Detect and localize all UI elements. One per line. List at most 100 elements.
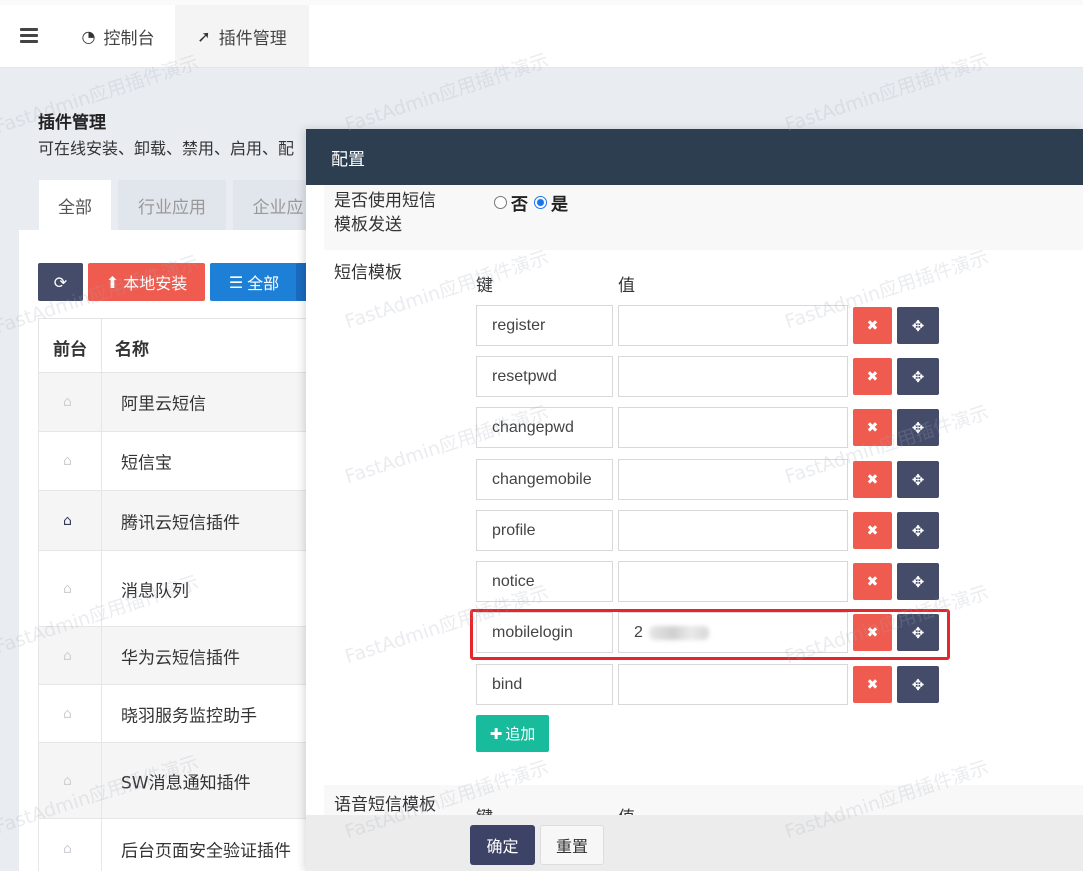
key-input[interactable]: register [476, 305, 613, 346]
plugin-name: 晓羽服务监控助手 [121, 706, 257, 726]
tab-plugin-management[interactable]: ➚ 插件管理 [175, 5, 309, 67]
close-icon: ✖ [866, 676, 879, 693]
tab-console[interactable]: ◔ 控制台 [62, 5, 174, 67]
value-input[interactable] [618, 356, 848, 397]
remove-row-button[interactable]: ✖ [853, 461, 892, 498]
key-input[interactable]: profile [476, 510, 613, 551]
drag-handle-button[interactable]: ✥ [897, 461, 939, 498]
top-navbar: ◔ 控制台 ➚ 插件管理 [0, 0, 1083, 68]
menu-toggle-icon[interactable] [14, 22, 44, 48]
move-icon: ✥ [911, 470, 925, 489]
table-row[interactable]: ⌂ 短信宝 [38, 432, 323, 491]
drag-handle-button[interactable]: ✥ [897, 307, 939, 344]
remove-row-button[interactable]: ✖ [853, 307, 892, 344]
radio-yes-label: 是 [551, 195, 568, 215]
value-input[interactable] [618, 407, 848, 448]
plugin-table-header: 前台 名称 [38, 318, 323, 374]
home-icon[interactable]: ⌂ [63, 581, 72, 597]
remove-row-button[interactable]: ✖ [853, 563, 892, 600]
modal-body[interactable]: 是否使用短信 模板发送 否 是 短信模板 键 值 register ✖ ✥ re… [306, 185, 1083, 815]
value-input[interactable] [618, 664, 848, 705]
table-row[interactable]: ⌂ 消息队列 [38, 551, 323, 627]
home-icon[interactable]: ⌂ [63, 841, 72, 857]
move-icon: ✥ [911, 316, 925, 335]
local-install-label: 本地安装 [123, 274, 188, 293]
drag-handle-button[interactable]: ✥ [897, 563, 939, 600]
modal-title: 配置 [331, 149, 365, 170]
voice-value-header: 值 [618, 803, 635, 815]
reset-button[interactable]: 重置 [540, 825, 604, 865]
home-icon[interactable]: ⌂ [63, 513, 72, 529]
voice-key-header: 键 [476, 803, 493, 815]
key-input[interactable]: resetpwd [476, 356, 613, 397]
subtab-all[interactable]: 全部 [39, 180, 111, 231]
table-row[interactable]: ⌂ 华为云短信插件 [38, 627, 323, 685]
refresh-icon: ⟳ [53, 272, 68, 292]
table-row[interactable]: ⌂ SW消息通知插件 [38, 743, 323, 819]
home-icon[interactable]: ⌂ [63, 453, 72, 469]
local-install-button[interactable]: ⬆ 本地安装 [88, 263, 205, 301]
table-row[interactable]: ⌂ 腾讯云短信插件 [38, 491, 323, 551]
plugin-name: 消息队列 [121, 581, 189, 601]
value-input[interactable] [618, 561, 848, 602]
drag-handle-button[interactable]: ✥ [897, 666, 939, 703]
use-template-label: 是否使用短信 模板发送 [334, 191, 436, 235]
home-icon[interactable]: ⌂ [63, 648, 72, 664]
subtab-industry[interactable]: 行业应用 [118, 180, 226, 231]
filter-all-button[interactable]: ☰ 全部 [210, 263, 298, 301]
drag-handle-button[interactable]: ✥ [897, 512, 939, 549]
close-icon: ✖ [866, 317, 879, 334]
value-input[interactable] [618, 305, 848, 346]
page-title: 插件管理 [38, 113, 106, 133]
radio-no-label: 否 [511, 195, 528, 215]
col-name: 名称 [115, 340, 149, 360]
plugin-table-body: ⌂ 阿里云短信 ⌂ 短信宝 ⌂ 腾讯云短信插件 ⌂ 消息队列 ⌂ 华为云短信插件… [38, 373, 323, 871]
remove-row-button[interactable]: ✖ [853, 512, 892, 549]
col-frontend: 前台 [53, 340, 87, 360]
close-icon: ✖ [866, 368, 879, 385]
page-description: 可在线安装、卸载、禁用、启用、配 [38, 139, 295, 158]
move-icon: ✥ [911, 418, 925, 437]
remove-row-button[interactable]: ✖ [853, 409, 892, 446]
table-row[interactable]: ⌂ 晓羽服务监控助手 [38, 685, 323, 743]
plus-icon: ✚ [489, 724, 503, 743]
append-row-button[interactable]: ✚ 追加 [476, 715, 549, 752]
rocket-icon: ➚ [197, 26, 211, 46]
upload-icon: ⬆ [105, 272, 120, 292]
move-icon: ✥ [911, 572, 925, 591]
list-icon: ☰ [228, 272, 244, 292]
modal-footer: 确定 重置 [306, 815, 1083, 871]
home-icon[interactable]: ⌂ [63, 706, 72, 722]
remove-row-button[interactable]: ✖ [853, 358, 892, 395]
remove-row-button[interactable]: ✖ [853, 666, 892, 703]
plugin-name: 阿里云短信 [121, 394, 206, 415]
key-input[interactable]: changepwd [476, 407, 613, 448]
key-input[interactable]: bind [476, 664, 613, 705]
value-column-header: 值 [618, 276, 635, 296]
voice-template-label: 语音短信模板 [334, 795, 436, 815]
drag-handle-button[interactable]: ✥ [897, 409, 939, 446]
drag-handle-button[interactable]: ✥ [897, 358, 939, 395]
refresh-button[interactable]: ⟳ [38, 263, 83, 301]
value-input[interactable] [618, 459, 848, 500]
tab-plugins-label: 插件管理 [218, 28, 287, 49]
home-icon[interactable]: ⌂ [63, 394, 72, 410]
filter-all-label: 全部 [247, 274, 280, 293]
plugin-name: 腾讯云短信插件 [121, 513, 240, 533]
table-row[interactable]: ⌂ 阿里云短信 [38, 373, 323, 432]
home-icon[interactable]: ⌂ [63, 773, 72, 789]
table-row[interactable]: ⌂ 后台页面安全验证插件 [38, 819, 323, 871]
key-input[interactable]: notice [476, 561, 613, 602]
dashboard-icon: ◔ [81, 26, 96, 46]
field-use-template-row: 是否使用短信 模板发送 否 是 [324, 185, 1083, 250]
confirm-button[interactable]: 确定 [470, 825, 535, 865]
radio-yes[interactable] [534, 196, 547, 209]
highlight-annotation [470, 609, 950, 660]
key-column-header: 键 [476, 276, 493, 296]
radio-no[interactable] [494, 196, 507, 209]
plugin-name: SW消息通知插件 [121, 773, 251, 793]
plugin-name: 后台页面安全验证插件 [121, 841, 291, 861]
append-label: 追加 [505, 725, 536, 743]
key-input[interactable]: changemobile [476, 459, 613, 500]
value-input[interactable] [618, 510, 848, 551]
